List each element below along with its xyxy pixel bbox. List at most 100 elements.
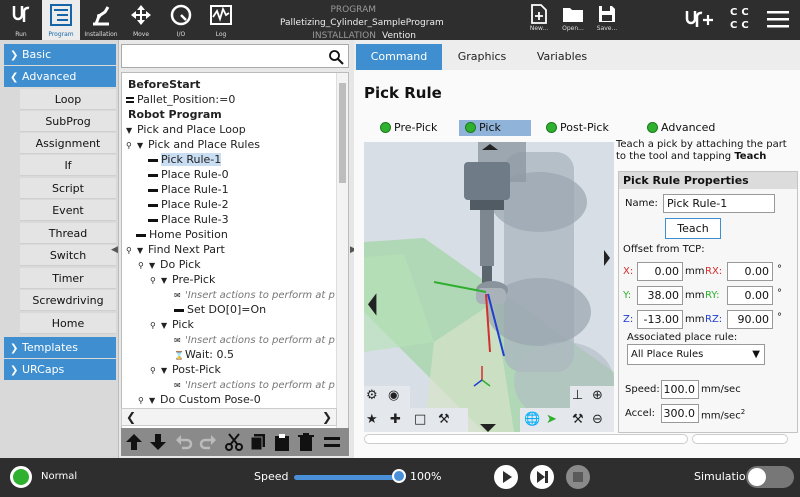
editor-scrollbar-right[interactable] <box>692 434 788 444</box>
phase-pre-pick[interactable]: Pre-Pick <box>380 120 437 136</box>
simulation-toggle[interactable] <box>746 466 794 488</box>
tree-node[interactable]: Home Position <box>136 228 228 242</box>
scroll-left-icon[interactable]: ❮ <box>126 410 136 424</box>
tree-node[interactable]: Robot Program <box>128 108 222 122</box>
sidebar-item-switch[interactable]: Switch <box>20 245 116 266</box>
ry-offset-field[interactable]: 0.00 <box>727 286 773 305</box>
sidebar-item-thread[interactable]: Thread <box>20 223 116 244</box>
tcp-view-icon[interactable]: ★ <box>366 412 378 427</box>
name-field[interactable]: Pick Rule-1 <box>663 194 775 213</box>
rz-offset-field[interactable]: 90.00 <box>727 310 773 329</box>
teach-button[interactable]: Teach <box>665 218 721 239</box>
sidebar-item-screwdriving[interactable]: Screwdriving <box>20 290 116 311</box>
sidebar-item-script[interactable]: Script <box>20 178 116 199</box>
globe-icon[interactable]: 🌐 <box>524 412 540 427</box>
tree-node[interactable]: Place Rule-3 <box>148 213 229 227</box>
sidebar-item-subprog[interactable]: SubProg <box>20 111 116 132</box>
category-basic[interactable]: ❯ Basic <box>4 44 116 65</box>
nav-move-button[interactable]: Move <box>122 0 160 40</box>
tree-search-input[interactable] <box>121 44 349 68</box>
scroll-right-icon[interactable]: ❯ <box>322 410 332 424</box>
tree-node[interactable]: Place Rule-2 <box>148 198 229 212</box>
signal-icon[interactable]: ◉ <box>388 388 399 403</box>
tree-node[interactable]: Set DO[0]=On <box>174 303 266 317</box>
tree-vertical-scrollbar[interactable] <box>336 73 348 445</box>
suppress-icon[interactable] <box>323 433 341 451</box>
robot-view-icon[interactable]: ⚒ <box>572 412 584 427</box>
sidebar-item-assignment[interactable]: Assignment <box>20 133 116 154</box>
robot-3d-viewport[interactable]: ⚙ ◉ ★ ✚ □ ⚒ 🌐 ➤ ⊥ ⊕ ⚒ ⊖ <box>364 142 614 432</box>
bucket-icon[interactable]: □ <box>414 412 426 427</box>
tree-node[interactable]: ✉ 'Insert actions to perform at p <box>174 378 335 392</box>
move-up-icon[interactable] <box>125 433 143 451</box>
speed-slider-handle[interactable] <box>392 469 406 483</box>
view-mode-icon[interactable]: ⚙ <box>366 388 378 403</box>
move-down-icon[interactable] <box>149 433 167 451</box>
step-button[interactable] <box>530 465 554 489</box>
tab-graphics[interactable]: Graphics <box>444 44 520 70</box>
nav-program-button[interactable]: Program <box>42 0 80 40</box>
tree-node[interactable]: ⚲ ▼ Do Custom Pose-0 <box>138 393 261 407</box>
nav-io-button[interactable]: I/O <box>162 0 200 40</box>
cut-icon[interactable] <box>225 433 243 451</box>
tree-node[interactable]: ✉ 'Insert actions to perform at p <box>174 333 335 347</box>
tree-node[interactable]: ⚲ ▼ Do Pick <box>138 258 201 272</box>
zoom-in-icon[interactable]: ⊕ <box>592 388 603 403</box>
redo-icon[interactable] <box>199 433 217 451</box>
tree-node[interactable]: ⚲ ▼ Pick <box>150 318 194 332</box>
puzzle-icon[interactable]: ✚ <box>390 412 401 427</box>
robot-status-button[interactable] <box>10 466 32 488</box>
nav-log-button[interactable]: Log <box>202 0 240 40</box>
x-offset-field[interactable]: 0.00 <box>637 262 683 281</box>
stop-button[interactable] <box>566 465 590 489</box>
tree-node[interactable]: ⚲ ▼ Post-Pick <box>150 363 221 377</box>
tree-node[interactable]: ⚲ ▼ Pre-Pick <box>150 273 215 287</box>
category-templates[interactable]: ❯ Templates <box>4 337 116 358</box>
play-button[interactable] <box>494 465 518 489</box>
tree-node[interactable]: ⚲ ▼ Find Next Part <box>126 243 225 257</box>
sidebar-item-home[interactable]: Home <box>20 313 116 334</box>
open-button[interactable]: Open... <box>554 2 592 38</box>
tree-node[interactable]: Place Rule-0 <box>148 168 229 182</box>
view-axis-icon[interactable]: ⊥ <box>572 388 583 403</box>
tree-node[interactable]: Pick Rule-1 <box>148 153 222 167</box>
delete-icon[interactable] <box>297 433 315 451</box>
accel-field[interactable]: 300.0 <box>661 404 699 423</box>
tree-node[interactable]: Place Rule-1 <box>148 183 229 197</box>
sidebar-item-if[interactable]: If <box>20 155 116 176</box>
scrollbar-thumb[interactable] <box>339 83 346 183</box>
nav-run-button[interactable]: Run <box>2 0 40 40</box>
sidebar-item-timer[interactable]: Timer <box>20 268 116 289</box>
y-offset-field[interactable]: 38.00 <box>637 286 683 305</box>
tab-command[interactable]: Command <box>356 44 442 70</box>
category-advanced[interactable]: ❮ Advanced <box>4 66 116 87</box>
phase-post-pick[interactable]: Post-Pick <box>546 120 609 136</box>
phase-pick[interactable]: Pick <box>459 120 531 136</box>
path-icon[interactable]: ➤ <box>546 412 557 427</box>
tree-node[interactable]: BeforeStart <box>128 78 200 92</box>
control-mode-indicator[interactable]: CC CC <box>730 6 753 32</box>
category-urcaps[interactable]: ❯ URCaps <box>4 359 116 380</box>
rx-offset-field[interactable]: 0.00 <box>727 262 773 281</box>
phase-advanced[interactable]: Advanced <box>647 120 715 136</box>
tree-horizontal-scrollbar[interactable]: ❮ ❯ <box>121 408 337 426</box>
tree-node[interactable]: ▼ Pick and Place Loop <box>126 123 246 137</box>
zoom-out-icon[interactable]: ⊖ <box>592 412 603 427</box>
z-offset-field[interactable]: -13.00 <box>637 310 683 329</box>
new-button[interactable]: New... <box>520 2 558 38</box>
copy-icon[interactable] <box>249 433 267 451</box>
speed-field[interactable]: 100.0 <box>661 380 699 399</box>
place-rule-select[interactable]: All Place Rules ▼ <box>627 344 765 365</box>
speed-slider[interactable] <box>294 475 400 480</box>
sidebar-item-loop[interactable]: Loop <box>20 89 116 110</box>
nav-installation-button[interactable]: Installation <box>82 0 120 40</box>
tree-node[interactable]: ⌛Wait: 0.5 <box>174 348 234 362</box>
sidebar-item-event[interactable]: Event <box>20 200 116 221</box>
ur-plus-icon[interactable] <box>684 8 714 30</box>
editor-horizontal-scrollbar[interactable] <box>364 434 688 444</box>
tab-variables[interactable]: Variables <box>522 44 602 70</box>
hamburger-menu-icon[interactable] <box>766 8 790 30</box>
save-button[interactable]: Save... <box>588 2 626 38</box>
tool-icon[interactable]: ⚒ <box>438 412 450 427</box>
tree-node[interactable]: ✉ 'Insert actions to perform at p <box>174 288 335 302</box>
